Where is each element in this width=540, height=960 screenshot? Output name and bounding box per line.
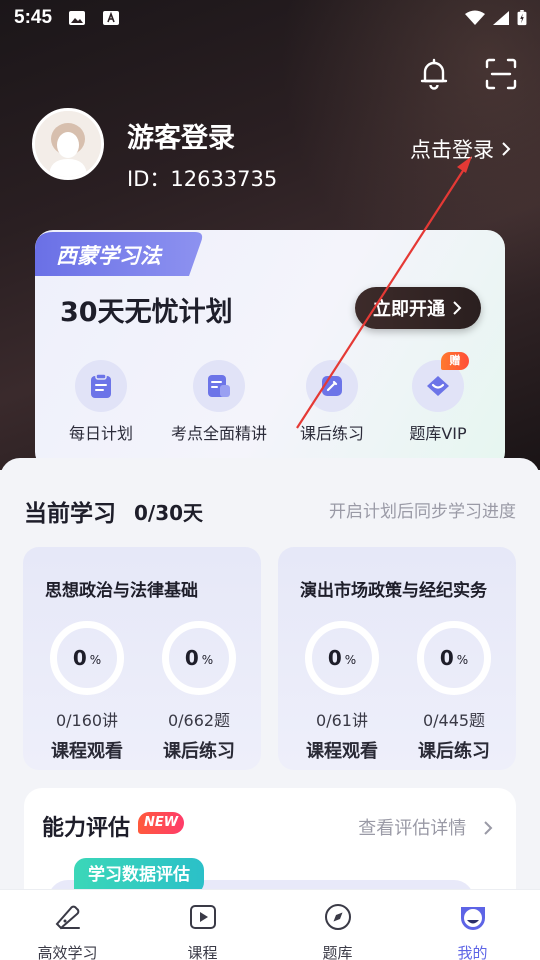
chevron-right-icon bbox=[484, 821, 493, 835]
current-study-hint: 开启计划后同步学习进度 bbox=[329, 502, 516, 522]
tab-label: 题库 bbox=[322, 944, 353, 960]
course-name: 思想政治与法律基础 bbox=[45, 581, 198, 601]
progress-value: 0 bbox=[72, 646, 87, 670]
current-study-count: 0/30天 bbox=[134, 501, 204, 525]
practice-label: 课后练习 bbox=[418, 741, 490, 762]
wifi-icon bbox=[465, 10, 485, 25]
lessons-count: 0/61讲 bbox=[316, 711, 368, 730]
progress-value: 0 bbox=[439, 646, 454, 670]
battery-icon bbox=[517, 10, 527, 26]
practice-count: 0/445题 bbox=[422, 711, 486, 730]
course-card[interactable]: 演出市场政策与经纪实务 0% 0% 0/61讲 0/445题 课程观看 课后练习 bbox=[278, 547, 516, 770]
tab-label: 我的 bbox=[457, 944, 488, 960]
plan-title: 30天无忧计划 bbox=[60, 297, 233, 328]
tab-label: 高效学习 bbox=[37, 944, 98, 960]
practice-label: 课后练习 bbox=[163, 741, 235, 762]
percent-sign: % bbox=[201, 653, 214, 667]
practice-icon bbox=[322, 376, 342, 396]
open-now-label: 立即开通 bbox=[373, 299, 445, 320]
lessons-count: 0/160讲 bbox=[55, 711, 119, 730]
gift-badge: 赠 bbox=[441, 352, 469, 370]
image-notification-icon bbox=[69, 11, 85, 25]
new-badge: NEW bbox=[138, 812, 184, 834]
tab-mine[interactable]: 我的 bbox=[405, 890, 540, 960]
compass-icon bbox=[324, 904, 351, 930]
open-now-button[interactable]: 立即开通 bbox=[355, 287, 481, 329]
view-assessment-link[interactable]: 查看评估详情 bbox=[358, 814, 494, 840]
plan-tab-label: 西蒙学习法 bbox=[56, 244, 161, 268]
scan-icon[interactable] bbox=[483, 56, 519, 92]
tab-study[interactable]: 高效学习 bbox=[0, 890, 135, 960]
feature-daily-plan[interactable]: 每日计划 bbox=[41, 360, 161, 444]
feature-practice[interactable]: 课后练习 bbox=[272, 360, 392, 444]
chevron-right-icon bbox=[453, 301, 462, 315]
status-bar: 5:45 bbox=[0, 0, 540, 38]
lessons-progress-ring: 0% bbox=[50, 621, 124, 695]
lecture-icon bbox=[208, 375, 230, 397]
tab-question-bank[interactable]: 题库 bbox=[270, 890, 405, 960]
lessons-label: 课程观看 bbox=[51, 741, 123, 762]
feature-label: 题库VIP bbox=[409, 424, 467, 443]
bell-icon[interactable] bbox=[416, 56, 452, 92]
percent-sign: % bbox=[456, 653, 469, 667]
feature-vip[interactable]: 题库VIP bbox=[378, 360, 498, 444]
percent-sign: % bbox=[344, 653, 357, 667]
username[interactable]: 游客登录 bbox=[127, 116, 235, 155]
user-id: ID：12633735 bbox=[127, 167, 278, 191]
feature-label: 课后练习 bbox=[299, 424, 364, 443]
login-link[interactable]: 点击登录 bbox=[410, 134, 512, 164]
feature-lecture[interactable]: 考点全面精讲 bbox=[159, 360, 279, 444]
lessons-label: 课程观看 bbox=[306, 741, 378, 762]
course-card[interactable]: 思想政治与法律基础 0% 0% 0/160讲 0/662题 课程观看 课后练习 bbox=[23, 547, 261, 770]
tab-label: 课程 bbox=[187, 944, 218, 960]
default-avatar-icon bbox=[35, 111, 101, 177]
chevron-right-icon bbox=[502, 142, 511, 156]
status-time: 5:45 bbox=[14, 7, 53, 28]
font-notification-icon bbox=[103, 11, 119, 25]
practice-count: 0/662题 bbox=[167, 711, 231, 730]
bottom-tab-bar: 高效学习 课程 题库 我的 bbox=[0, 889, 540, 960]
progress-value: 0 bbox=[327, 646, 342, 670]
vip-icon bbox=[427, 376, 449, 396]
progress-value: 0 bbox=[184, 646, 199, 670]
percent-sign: % bbox=[89, 653, 102, 667]
course-name: 演出市场政策与经纪实务 bbox=[300, 581, 487, 601]
practice-progress-ring: 0% bbox=[417, 621, 491, 695]
ability-title: 能力评估 bbox=[42, 816, 131, 841]
signal-icon bbox=[493, 11, 509, 25]
view-assessment-label: 查看评估详情 bbox=[358, 818, 467, 839]
feature-label: 考点全面精讲 bbox=[170, 424, 267, 443]
avatar[interactable] bbox=[32, 108, 104, 180]
study-icon bbox=[55, 905, 80, 930]
login-link-label: 点击登录 bbox=[410, 138, 494, 162]
feature-label: 每日计划 bbox=[68, 424, 133, 443]
tab-courses[interactable]: 课程 bbox=[135, 890, 270, 960]
current-study-title: 当前学习 bbox=[24, 501, 116, 527]
practice-progress-ring: 0% bbox=[162, 621, 236, 695]
lessons-progress-ring: 0% bbox=[305, 621, 379, 695]
profile-icon bbox=[460, 907, 485, 930]
daily-plan-icon bbox=[91, 373, 111, 398]
course-play-icon bbox=[189, 905, 216, 929]
